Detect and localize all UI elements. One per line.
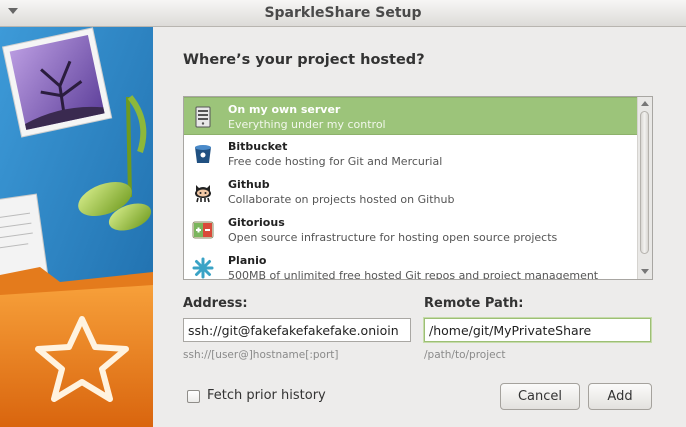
address-label: Address: [183, 296, 248, 311]
page-title: Where’s your project hosted? [183, 52, 425, 68]
host-name: Planio [228, 254, 267, 267]
address-hint: ssh://[user@]hostname[:port] [183, 349, 339, 361]
host-name: On my own server [228, 103, 341, 116]
bitbucket-icon [192, 143, 214, 165]
setup-content: Where’s your project hosted? On my own s… [153, 27, 686, 427]
remote-path-label: Remote Path: [424, 296, 524, 311]
host-name: Bitbucket [228, 140, 288, 153]
scroll-up-icon[interactable] [641, 101, 649, 106]
scroll-down-icon[interactable] [641, 269, 649, 274]
host-name: Gitorious [228, 216, 285, 229]
host-description: 500MB of unlimited free hosted Git repos… [228, 269, 599, 280]
host-list-scrollbar[interactable] [637, 97, 652, 279]
host-item-github[interactable]: Github Collaborate on projects hosted on… [184, 173, 637, 211]
fetch-history-checkbox[interactable] [187, 390, 200, 403]
host-description: Open source infrastructure for hosting o… [228, 231, 558, 244]
sparkleshare-artwork [0, 27, 153, 427]
add-button[interactable]: Add [588, 383, 652, 410]
cancel-button[interactable]: Cancel [500, 383, 580, 410]
window-title: SparkleShare Setup [264, 5, 422, 21]
host-name: Github [228, 178, 270, 191]
host-description: Everything under my control [228, 118, 386, 131]
server-icon [192, 106, 214, 128]
remote-path-input[interactable] [424, 318, 651, 342]
github-octocat-icon [192, 181, 214, 203]
fetch-history-option[interactable]: Fetch prior history [187, 388, 347, 406]
scrollbar-thumb[interactable] [640, 111, 649, 254]
host-description: Collaborate on projects hosted on Github [228, 193, 455, 206]
host-description: Free code hosting for Git and Mercurial [228, 155, 443, 168]
host-list[interactable]: On my own server Everything under my con… [183, 96, 653, 280]
planio-icon [192, 257, 214, 279]
title-bar: SparkleShare Setup [0, 0, 686, 27]
setup-window: SparkleShare Setup Where’s your project … [0, 0, 686, 427]
host-item-gitorious[interactable]: Gitorious Open source infrastructure for… [184, 211, 637, 249]
fetch-history-label[interactable]: Fetch prior history [207, 388, 326, 403]
gitorious-icon [192, 219, 214, 241]
remote-path-hint: /path/to/project [424, 349, 506, 361]
host-item-planio[interactable]: Planio 500MB of unlimited free hosted Gi… [184, 249, 637, 280]
host-item-own-server[interactable]: On my own server Everything under my con… [184, 97, 637, 135]
address-input[interactable] [183, 318, 411, 342]
host-item-bitbucket[interactable]: Bitbucket Free code hosting for Git and … [184, 135, 637, 173]
side-artwork [0, 27, 153, 427]
